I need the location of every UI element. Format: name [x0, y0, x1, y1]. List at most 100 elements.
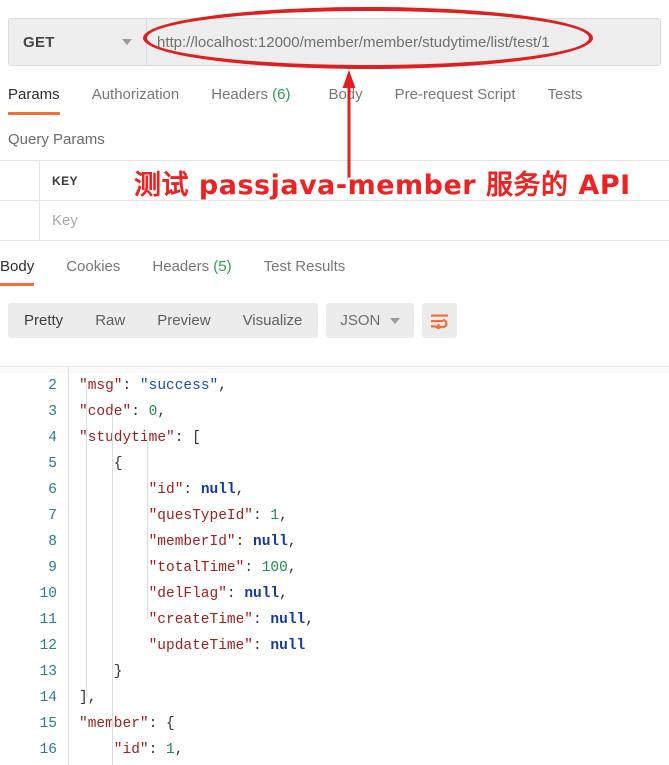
- tab-headers[interactable]: Headers (6): [211, 84, 290, 115]
- url-input-value: http://localhost:12000/member/member/stu…: [157, 34, 550, 51]
- response-body-toolbar: PrettyRawPreviewVisualize JSON: [8, 303, 457, 338]
- token-k: "createTime": [149, 612, 253, 628]
- code-line-content: "updateTime": null: [57, 638, 305, 654]
- code-line-content: "memberId": null,: [57, 534, 297, 550]
- token-nul: null: [270, 638, 305, 654]
- code-line-content: "totalTime": 100,: [57, 560, 297, 576]
- tab-pre-request-script[interactable]: Pre-request Script: [395, 84, 516, 115]
- line-number: 15: [0, 716, 57, 732]
- code-line-content: "member": {: [57, 716, 175, 732]
- url-input[interactable]: http://localhost:12000/member/member/stu…: [147, 19, 660, 65]
- view-mode-visualize[interactable]: Visualize: [227, 303, 319, 338]
- word-wrap-button[interactable]: [422, 303, 457, 338]
- line-number: 4: [0, 430, 57, 446]
- tab-authorization[interactable]: Authorization: [92, 84, 180, 115]
- token-p: ,: [157, 404, 166, 420]
- token-p: :: [123, 378, 140, 394]
- token-p: :: [244, 560, 261, 576]
- code-line: 12"updateTime": null: [0, 633, 669, 659]
- line-number: 9: [0, 560, 57, 576]
- token-p: ,: [288, 560, 297, 576]
- token-nul: null: [253, 534, 288, 550]
- token-k: "studytime": [79, 430, 175, 446]
- token-p: ,: [305, 612, 314, 628]
- token-p: :: [253, 638, 270, 654]
- line-number: 11: [0, 612, 57, 628]
- token-p: ,: [279, 508, 288, 524]
- token-k: "id": [149, 482, 184, 498]
- line-number: 10: [0, 586, 57, 602]
- response-tab-body[interactable]: Body: [0, 256, 34, 286]
- token-s: "success": [140, 378, 218, 394]
- code-line: 8"memberId": null,: [0, 529, 669, 555]
- response-tab-test-results[interactable]: Test Results: [264, 256, 346, 286]
- param-key-input[interactable]: Key: [40, 201, 669, 240]
- indent-guide: [112, 671, 113, 765]
- view-mode-preview[interactable]: Preview: [141, 303, 226, 338]
- view-mode-raw[interactable]: Raw: [79, 303, 141, 338]
- view-mode-pretty[interactable]: Pretty: [8, 303, 79, 338]
- token-p: :: [183, 482, 200, 498]
- response-tabs: Body Cookies Headers (5) Test Results: [0, 256, 669, 292]
- tab-label: Headers: [211, 86, 268, 103]
- view-mode-group: PrettyRawPreviewVisualize: [8, 303, 318, 338]
- token-p: ,: [218, 378, 227, 394]
- tab-label: Body: [328, 86, 362, 103]
- tab-label: Params: [8, 86, 60, 103]
- line-number: 12: [0, 638, 57, 654]
- response-tab-headers[interactable]: Headers (5): [152, 256, 231, 286]
- code-line: 14],: [0, 685, 669, 711]
- token-n: 1: [270, 508, 279, 524]
- token-p: ,: [236, 482, 245, 498]
- response-body-code[interactable]: 2"msg": "success",3"code": 0,4"studytime…: [0, 366, 669, 765]
- token-k: "updateTime": [149, 638, 253, 654]
- http-method-dropdown[interactable]: GET: [9, 19, 147, 65]
- token-p: : [: [175, 430, 201, 446]
- tab-count-badge: (5): [209, 258, 232, 275]
- token-n: 100: [262, 560, 288, 576]
- table-row[interactable]: Key: [0, 201, 669, 241]
- response-tab-cookies[interactable]: Cookies: [66, 256, 120, 286]
- tab-params[interactable]: Params: [8, 84, 60, 115]
- code-line: 7"quesTypeId": 1,: [0, 503, 669, 529]
- token-k: "memberId": [149, 534, 236, 550]
- token-nul: null: [270, 612, 305, 628]
- line-number: 8: [0, 534, 57, 550]
- token-p: : {: [149, 716, 175, 732]
- response-format-dropdown[interactable]: JSON: [326, 303, 414, 338]
- line-number: 3: [0, 404, 57, 420]
- word-wrap-icon: [430, 313, 449, 329]
- token-p: ,: [288, 534, 297, 550]
- query-params-label: Query Params: [8, 131, 105, 148]
- tab-label: Headers: [152, 258, 209, 275]
- code-line: 13}: [0, 659, 669, 685]
- token-k: "id": [114, 742, 149, 758]
- line-number: 7: [0, 508, 57, 524]
- token-nul: null: [201, 482, 236, 498]
- tab-body[interactable]: Body: [328, 84, 362, 115]
- token-k: "delFlag": [149, 586, 227, 602]
- code-line-content: "createTime": null,: [57, 612, 314, 628]
- token-k: "totalTime": [149, 560, 245, 576]
- code-line: 16"id": 1,: [0, 737, 669, 763]
- tab-tests[interactable]: Tests: [548, 84, 583, 115]
- token-k: "quesTypeId": [149, 508, 253, 524]
- code-line-content: "delFlag": null,: [57, 586, 288, 602]
- code-line-content: "id": 1,: [57, 742, 183, 758]
- code-line: 5{: [0, 451, 669, 477]
- token-p: {: [114, 456, 123, 472]
- code-line: 2"msg": "success",: [0, 373, 669, 399]
- line-number: 13: [0, 664, 57, 680]
- token-p: :: [236, 534, 253, 550]
- token-n: 1: [166, 742, 175, 758]
- tab-label: Authorization: [92, 86, 180, 103]
- line-number: 14: [0, 690, 57, 706]
- indent-guide: [147, 437, 148, 619]
- postman-window: GET http://localhost:12000/member/member…: [0, 0, 669, 765]
- row-select-column-header: [0, 161, 40, 200]
- token-p: :: [131, 404, 148, 420]
- code-line: 15"member": {: [0, 711, 669, 737]
- row-select-checkbox[interactable]: [0, 201, 40, 240]
- code-line: 6"id": null,: [0, 477, 669, 503]
- line-number: 5: [0, 456, 57, 472]
